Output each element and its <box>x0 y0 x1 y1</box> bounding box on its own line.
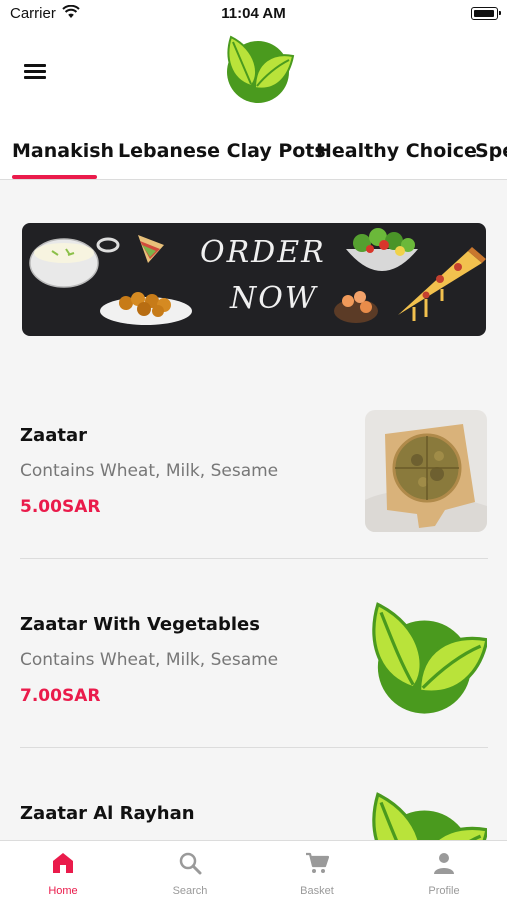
banner-now-text: NOW <box>230 281 318 316</box>
nav-home-label: Home <box>48 885 78 897</box>
item-divider <box>20 558 488 559</box>
item-name: Zaatar <box>20 425 87 446</box>
app-header: Carrier 11:04 AM Manakish Lebanese Clay … <box>0 0 507 180</box>
item-name: Zaatar Al Rayhan <box>20 803 195 824</box>
search-icon <box>179 852 202 875</box>
tab-lebanese-clay-pots[interactable]: Lebanese Clay Pots <box>118 140 326 162</box>
nav-basket-label: Basket <box>300 885 334 897</box>
item-price: 7.00SAR <box>20 686 101 706</box>
active-tab-indicator <box>12 175 97 179</box>
cart-icon <box>306 852 329 873</box>
item-name: Zaatar With Vegetables <box>20 614 260 635</box>
manakish-photo <box>365 410 487 532</box>
nav-basket[interactable]: Basket <box>254 841 380 900</box>
item-description: Contains Wheat, Milk, Sesame <box>20 650 279 670</box>
nav-profile[interactable]: Profile <box>381 841 507 900</box>
menu-item[interactable]: Zaatar With Vegetables Contains Wheat, M… <box>20 598 488 778</box>
battery-icon <box>471 7 501 20</box>
home-icon <box>53 853 73 873</box>
tab-manakish[interactable]: Manakish <box>12 140 114 162</box>
nav-profile-label: Profile <box>428 885 460 897</box>
bottom-navigation: Home Search Basket Profile <box>0 840 507 900</box>
leaf-logo <box>365 598 487 720</box>
nav-search[interactable]: Search <box>127 841 253 900</box>
nav-search-label: Search <box>172 885 208 897</box>
item-divider <box>20 747 488 748</box>
leaf-logo <box>221 34 297 104</box>
item-description: Contains Wheat, Milk, Sesame <box>20 461 279 481</box>
person-icon <box>434 853 454 874</box>
tab-healthy-choice[interactable]: Healthy Choice <box>316 140 477 162</box>
order-now-banner[interactable]: ORDER NOW <box>22 223 486 336</box>
status-bar: Carrier 11:04 AM <box>0 0 507 28</box>
item-price: 5.00SAR <box>20 497 101 517</box>
nav-home[interactable]: Home <box>0 841 126 900</box>
banner-order-text: ORDER <box>200 235 326 270</box>
menu-item[interactable]: Zaatar Contains Wheat, Milk, Sesame 5.00… <box>20 408 488 588</box>
leaf-logo <box>365 788 487 840</box>
tab-specials[interactable]: Spe <box>475 140 507 162</box>
category-tabs: Manakish Lebanese Clay Pots Healthy Choi… <box>0 128 507 180</box>
menu-item[interactable]: Zaatar Al Rayhan <box>20 788 488 840</box>
clock: 11:04 AM <box>221 5 286 22</box>
hamburger-menu-button[interactable] <box>20 58 50 84</box>
